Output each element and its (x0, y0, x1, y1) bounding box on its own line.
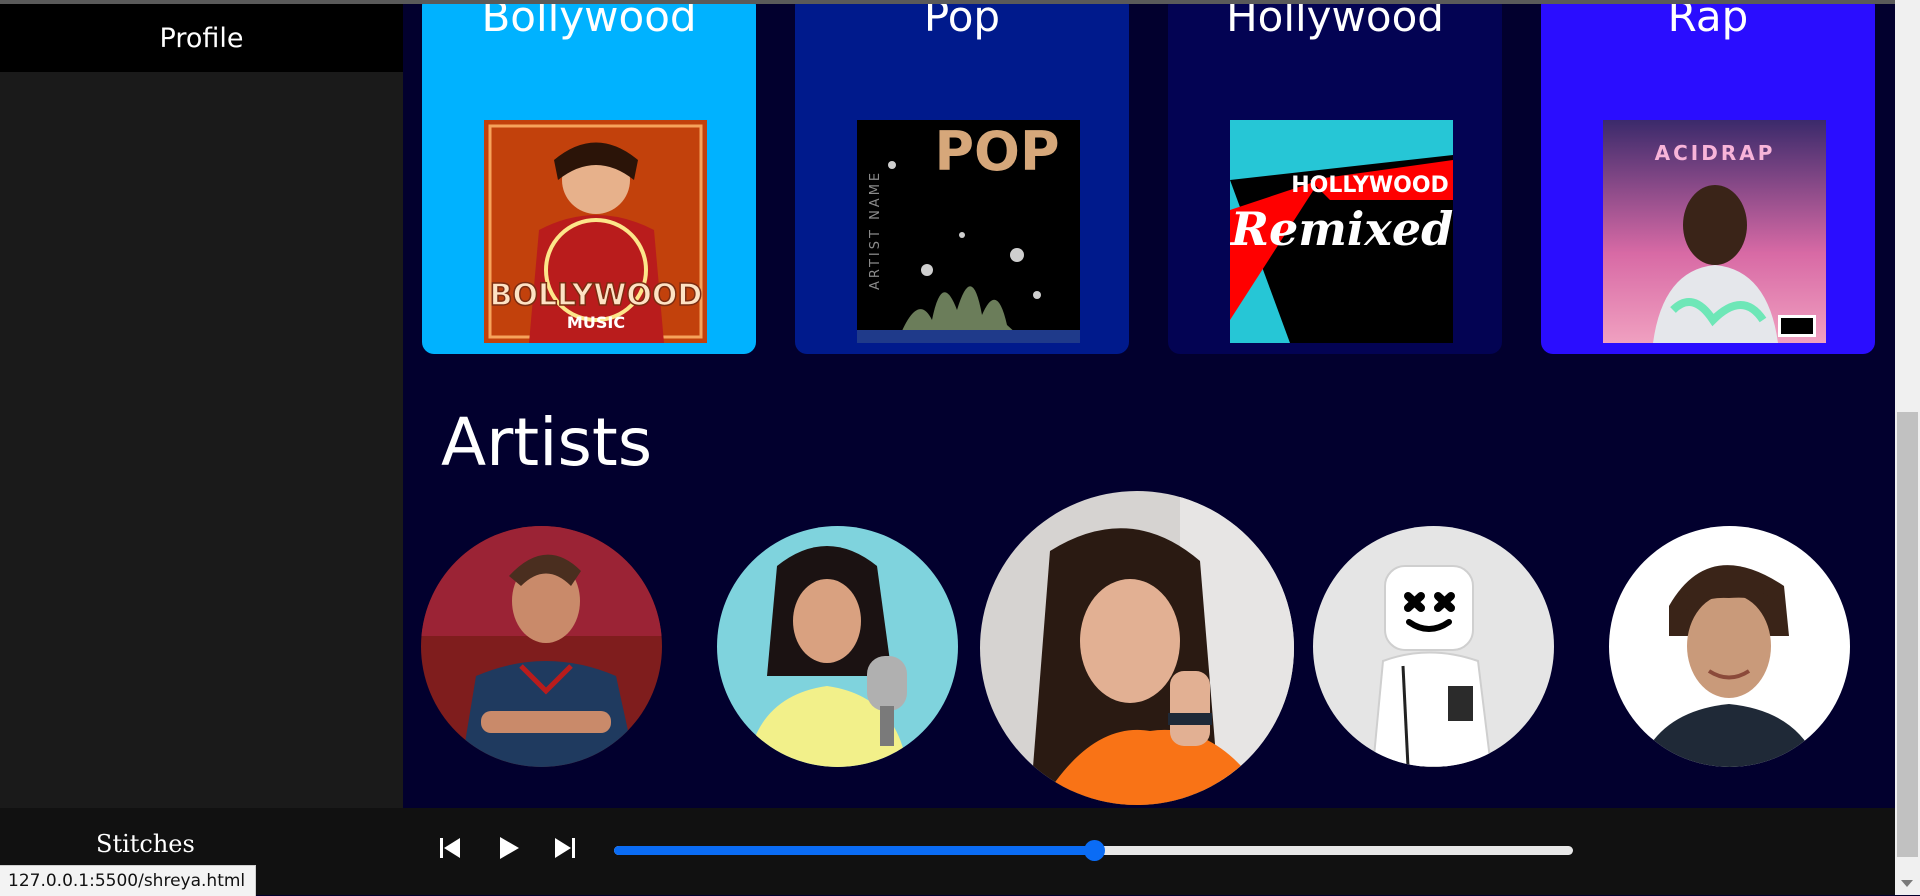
svg-text:ARTIST NAME: ARTIST NAME (868, 170, 883, 290)
main-content: Bollywood BOLLYWOOD MUSIC Pop POP ARTIST… (403, 4, 1895, 808)
svg-text:BOLLYWOOD: BOLLYWOOD (490, 278, 703, 313)
scrollbar-thumb[interactable] (1897, 412, 1918, 857)
artist-portrait-5-icon[interactable] (1609, 526, 1850, 767)
page-scrollbar[interactable] (1895, 0, 1920, 895)
acidrap-cover-icon[interactable]: ACIDRAP (1603, 120, 1826, 343)
progress-fill (614, 846, 1094, 855)
svg-text:MUSIC: MUSIC (567, 313, 625, 332)
track-name: Stitches (96, 830, 195, 858)
genre-title: Pop (923, 4, 1001, 41)
genre-card-hollywood[interactable]: Hollywood HOLLYWOOD Remixed (1168, 4, 1502, 354)
scroll-down-arrow-icon[interactable] (1901, 880, 1913, 887)
genre-card-rap[interactable]: Rap ACIDRAP (1541, 4, 1875, 354)
play-icon[interactable] (494, 834, 522, 862)
svg-text:Remixed: Remixed (1230, 202, 1453, 256)
genre-card-pop[interactable]: Pop POP ARTIST NAME (795, 4, 1129, 354)
genre-title: Rap (1667, 4, 1749, 41)
profile-label: Profile (159, 22, 244, 54)
profile-link[interactable]: Profile (0, 4, 403, 72)
progress-slider[interactable] (614, 840, 1573, 861)
artists-heading: Artists (441, 404, 653, 481)
genre-card-bollywood[interactable]: Bollywood BOLLYWOOD MUSIC (422, 4, 756, 354)
browser-status-url: 127.0.0.1:5500/shreya.html (0, 865, 257, 896)
svg-text:ACIDRAP: ACIDRAP (1655, 141, 1776, 165)
pop-cover-icon[interactable]: POP ARTIST NAME (857, 120, 1080, 343)
skip-previous-icon[interactable] (436, 834, 464, 862)
hollywood-cover-icon[interactable]: HOLLYWOOD Remixed (1230, 120, 1453, 343)
artist-portrait-4-marshmello-icon[interactable] (1313, 526, 1554, 767)
sidebar: Profile (0, 4, 403, 808)
artist-portrait-1-icon[interactable] (421, 526, 662, 767)
genre-title: Bollywood (481, 4, 697, 41)
artist-portrait-2-icon[interactable] (717, 526, 958, 767)
skip-next-icon[interactable] (551, 834, 579, 862)
progress-thumb[interactable] (1083, 840, 1105, 861)
bollywood-cover-icon[interactable]: BOLLYWOOD MUSIC (484, 120, 707, 343)
player-bar: Stitches (0, 808, 1895, 895)
svg-text:POP: POP (934, 120, 1059, 183)
svg-text:HOLLYWOOD: HOLLYWOOD (1291, 173, 1449, 198)
genre-title: Hollywood (1226, 4, 1444, 41)
artist-portrait-3-icon[interactable] (980, 491, 1294, 805)
